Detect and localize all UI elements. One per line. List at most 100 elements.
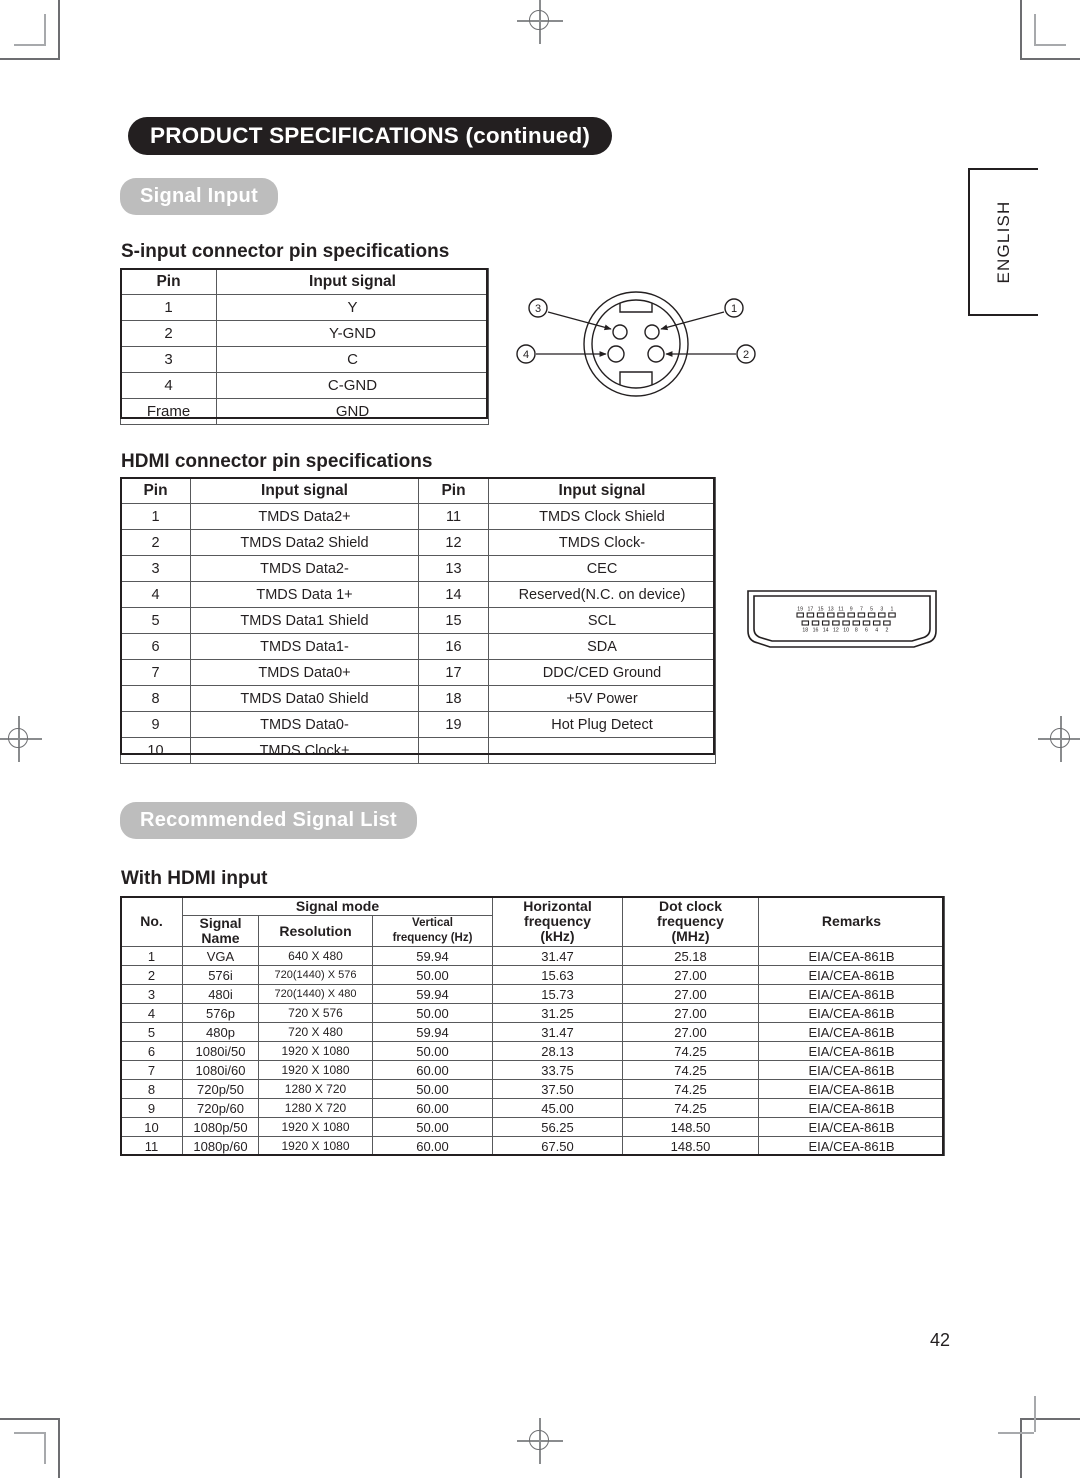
header-horizontal-frequency-line2: frequency [524,913,591,929]
cell-remarks: EIA/CEA-861B [758,1098,945,1118]
cell-vertical: 59.94 [372,984,493,1004]
registration-mark-left [0,716,42,762]
table-row: 3 480i 720(1440) X 480 59.94 15.73 27.00 EIA/C… [120,984,945,1004]
cell-input-signal: TMDS Data 1+ [190,581,419,608]
cell-remarks: EIA/CEA-861B [758,946,945,966]
cell-input-signal: TMDS Clock- [488,529,716,556]
cell-signal-name: 576p [182,1003,259,1023]
cell-input-signal: TMDS Data2- [190,555,419,582]
table-row: 5 480p 720 X 480 59.94 31.47 27.00 EIA/CEA-861… [120,1022,945,1042]
cell-pin: 2 [120,320,217,347]
header-horizontal-frequency-line3: (kHz) [540,928,575,944]
cell-input-signal: TMDS Data1 Shield [190,607,419,634]
cell-signal-name: 1080i/50 [182,1041,259,1061]
header-vertical-frequency-line2: frequency (Hz) [392,932,473,944]
table-header-row-1: No. Signal mode Horizontal frequency (kH… [120,896,945,947]
cell-horizontal: 15.63 [492,965,623,985]
cell-resolution: 1920 X 1080 [258,1117,373,1137]
cell-vertical: 50.00 [372,1003,493,1023]
hdmi-pin-label-9: 9 [850,607,853,613]
cell-resolution: 640 X 480 [258,946,373,966]
cell-dotclock: 74.25 [622,1041,759,1061]
header-signal-mode: Signal mode [182,896,493,916]
header-resolution: Resolution [258,915,373,947]
table-row: 11 1080p/60 1920 X 1080 60.00 67.50 148.50 EIA… [120,1136,945,1156]
cell-dotclock: 27.00 [622,984,759,1004]
hdmi-pin-2 [883,620,891,626]
cell-input-signal: Reserved(N.C. on device) [488,581,716,608]
s-video-connector-diagram: 3 1 4 2 [516,291,756,397]
cell-signal-name: 1080p/50 [182,1117,259,1137]
cell-pin: 6 [120,633,191,660]
header-vertical-frequency: Vertical frequency (Hz) [372,915,493,947]
cell-vertical: 59.94 [372,946,493,966]
hdmi-pin-7 [857,612,866,618]
hdmi-header-2: Pin [418,477,489,504]
cell-pin: 7 [120,659,191,686]
hdmi-pin-label-18: 18 [802,628,808,634]
svideo-callout-3: 3 [535,303,541,315]
recommended-signal-list-table: No. Signal mode Horizontal frequency (kH… [120,896,945,1156]
hdmi-pin-label-15: 15 [818,607,824,613]
cell-no: 7 [120,1060,183,1080]
cell-input-signal: Hot Plug Detect [488,711,716,738]
s-input-header-pin: Pin [120,268,217,295]
hdmi-pin-14 [821,620,830,626]
cell-input-signal: TMDS Data0+ [190,659,419,686]
table-header-row: Pin Input signal Pin Input signal [120,477,716,504]
cell-no: 10 [120,1117,183,1137]
header-vertical-frequency-line1: Vertical [412,917,453,929]
hdmi-pin-17 [806,612,815,618]
table-row: 7 TMDS Data0+ 17 DDC/CED Ground [120,659,716,686]
cell-horizontal: 45.00 [492,1098,623,1118]
table-row: 5 TMDS Data1 Shield 15 SCL [120,607,716,634]
cell-pin: 10 [120,737,191,764]
cell-horizontal: 33.75 [492,1060,623,1080]
table-row: 1 TMDS Data2+ 11 TMDS Clock Shield [120,503,716,530]
cell-signal-name: 720p/60 [182,1098,259,1118]
hdmi-pin-label-13: 13 [828,607,834,613]
hdmi-pin-18 [801,620,810,626]
hdmi-pin-label-10: 10 [843,628,849,634]
cell-input-signal: TMDS Clock Shield [488,503,716,530]
svideo-callout-1: 1 [731,303,737,315]
cell-remarks: EIA/CEA-861B [758,1079,945,1099]
hdmi-pin-label-14: 14 [823,628,829,634]
hdmi-pin-11 [837,612,845,618]
cell-resolution: 720(1440) X 480 [258,984,373,1004]
hdmi-pin-label-12: 12 [833,628,839,634]
cell-resolution: 1920 X 1080 [258,1136,373,1156]
svideo-callout-4: 4 [523,349,529,361]
table-row: 9 720p/60 1280 X 720 60.00 45.00 74.25 EIA/CEA… [120,1098,945,1118]
cell-dotclock: 25.18 [622,946,759,966]
hdmi-pin-1 [888,612,896,618]
cell-resolution: 1280 X 720 [258,1079,373,1099]
table-row: 6 TMDS Data1- 16 SDA [120,633,716,660]
section-heading-signal-input: Signal Input [120,178,279,215]
hdmi-pin-label-5: 5 [870,607,873,613]
hdmi-pin-15 [816,612,825,618]
hdmi-pin-5 [867,612,876,618]
cell-vertical: 60.00 [372,1136,493,1156]
registration-mark-right [1038,716,1080,762]
hdmi-pin-label-8: 8 [855,628,858,634]
page-title-text: PRODUCT SPECIFICATIONS (continued) [150,123,591,148]
cell-vertical: 59.94 [372,1022,493,1042]
table-row: 2 TMDS Data2 Shield 12 TMDS Clock- [120,529,716,556]
hdmi-pin-8 [852,620,861,626]
hdmi-header-3: Input signal [488,477,716,504]
cell-dotclock: 27.00 [622,1003,759,1023]
cell-pin: 11 [418,503,489,530]
hdmi-pin-label-19: 19 [797,607,803,613]
cell-horizontal: 28.13 [492,1041,623,1061]
cell-signal-name: VGA [182,946,259,966]
cell-signal-name: 1080p/60 [182,1136,259,1156]
cell-horizontal: 31.47 [492,946,623,966]
cell-signal-name: 480i [182,984,259,1004]
hdmi-pin-6 [862,620,871,626]
cell-horizontal: 67.50 [492,1136,623,1156]
cell-input-signal: TMDS Data0 Shield [190,685,419,712]
cell-no: 9 [120,1098,183,1118]
table-row: 1 VGA 640 X 480 59.94 31.47 25.18 EIA/CEA-861B [120,946,945,966]
table-row: 7 1080i/60 1920 X 1080 60.00 33.75 74.25 EIA/C… [120,1060,945,1080]
